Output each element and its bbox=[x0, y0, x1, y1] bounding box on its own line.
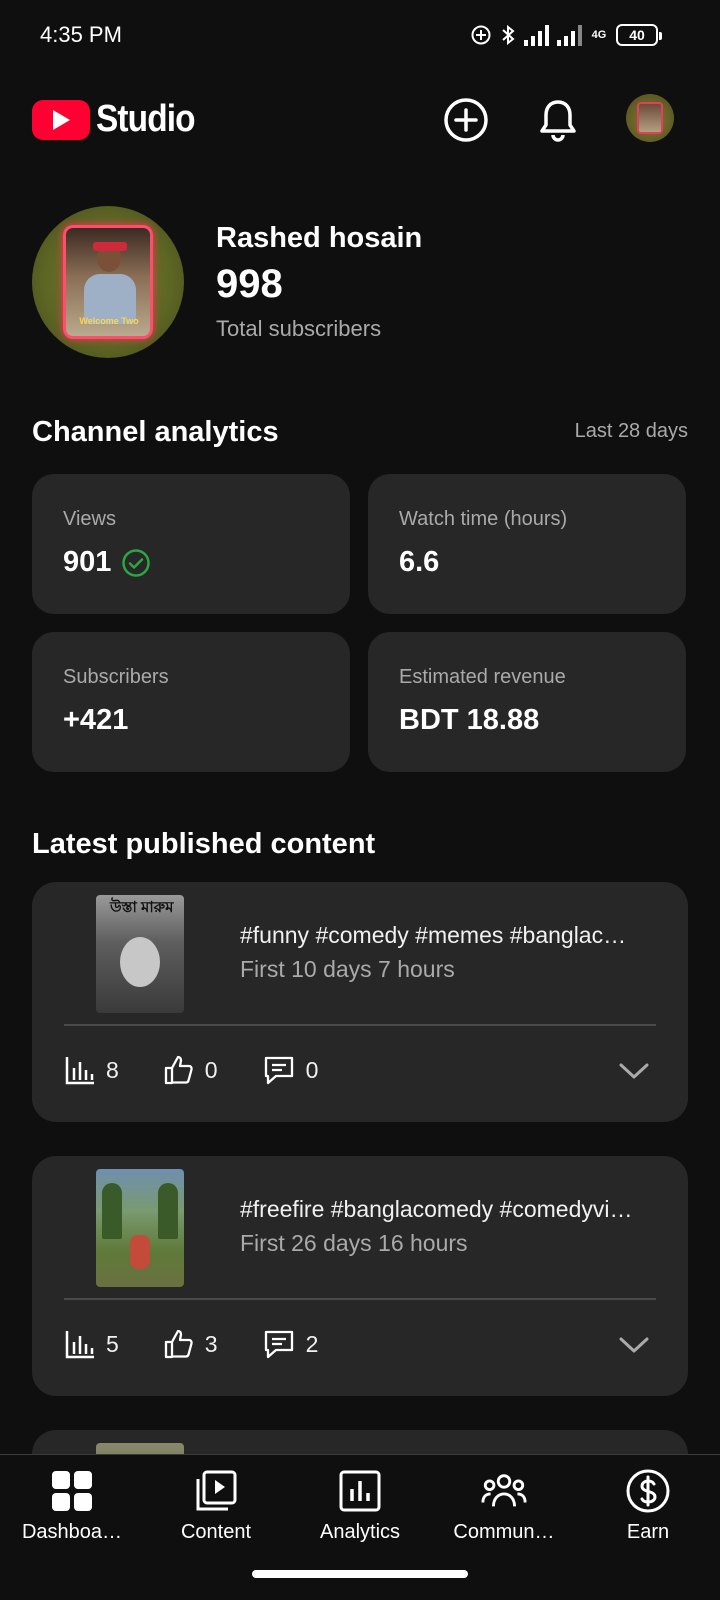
data-saver-icon bbox=[471, 25, 491, 45]
views-card[interactable]: Views 901 bbox=[32, 474, 350, 614]
network-type: 4G bbox=[591, 29, 607, 41]
comments-count: 0 bbox=[305, 1056, 319, 1083]
content-item[interactable]: #freefire #banglacomedy #comedyvi… First… bbox=[32, 1156, 688, 1396]
chevron-down-icon bbox=[619, 1337, 649, 1353]
account-avatar[interactable] bbox=[626, 94, 674, 142]
nav-community[interactable]: Commun… bbox=[432, 1465, 576, 1565]
card-value: +421 bbox=[63, 704, 129, 736]
chevron-down-icon bbox=[619, 1063, 649, 1079]
bell-icon bbox=[540, 100, 576, 142]
thumbnail-text: উস্তা মারুম bbox=[110, 899, 174, 916]
nav-dashboard[interactable]: Dashboa… bbox=[0, 1465, 144, 1565]
video-meta: First 10 days 7 hours bbox=[240, 956, 455, 982]
avatar-caption: Welcome Two bbox=[79, 316, 139, 326]
earn-icon bbox=[624, 1467, 672, 1515]
likes-count: 3 bbox=[204, 1330, 218, 1357]
expand-button[interactable] bbox=[616, 1330, 652, 1360]
studio-logo[interactable]: Studio bbox=[32, 98, 208, 141]
status-bar: 4:35 PM 4G 40 bbox=[0, 0, 720, 70]
comment-icon bbox=[264, 1330, 293, 1359]
bottom-navigation: Dashboa… Content Analytics Commun… Earn bbox=[0, 1454, 720, 1600]
youtube-play-icon bbox=[32, 99, 90, 140]
add-circle-icon bbox=[444, 98, 488, 142]
top-app-bar: Studio bbox=[0, 80, 720, 160]
card-label: Estimated revenue bbox=[399, 666, 566, 688]
nav-label: Commun… bbox=[453, 1521, 555, 1543]
watch-time-card[interactable]: Watch time (hours) 6.6 bbox=[368, 474, 686, 614]
nav-earn[interactable]: Earn bbox=[576, 1465, 720, 1565]
channel-header: Welcome Two Rashed hosain 998 Total subs… bbox=[32, 206, 692, 358]
avatar-image bbox=[637, 102, 663, 134]
subscriber-count: 998 bbox=[216, 262, 283, 306]
views-count: 8 bbox=[106, 1056, 119, 1083]
thumbs-up-icon bbox=[164, 1329, 193, 1359]
avatar-image: Welcome Two bbox=[63, 225, 153, 339]
latest-content-title: Latest published content bbox=[32, 828, 376, 860]
video-thumbnail[interactable]: উস্তা মারুম bbox=[96, 895, 184, 1013]
views-stat: 5 bbox=[64, 1328, 119, 1360]
card-label: Subscribers bbox=[63, 666, 169, 688]
channel-avatar[interactable]: Welcome Two bbox=[32, 206, 184, 358]
divider bbox=[64, 1024, 656, 1026]
revenue-card[interactable]: Estimated revenue BDT 18.88 bbox=[368, 632, 686, 772]
video-title: #freefire #banglacomedy #comedyvi… bbox=[240, 1196, 633, 1222]
card-label: Views bbox=[63, 508, 116, 530]
views-count: 5 bbox=[106, 1330, 119, 1357]
comments-stat: 2 bbox=[262, 1328, 319, 1360]
video-stats: 8 0 0 bbox=[64, 1052, 362, 1088]
video-stats: 5 3 2 bbox=[64, 1326, 362, 1362]
card-value: 6.6 bbox=[399, 546, 440, 578]
signal-icon bbox=[524, 24, 549, 46]
bar-chart-icon bbox=[65, 1331, 94, 1359]
signal-icon bbox=[557, 24, 582, 46]
brand-text: Studio bbox=[96, 98, 196, 140]
views-stat: 8 bbox=[64, 1054, 119, 1086]
community-icon bbox=[480, 1467, 528, 1515]
thumbs-up-icon bbox=[164, 1055, 193, 1085]
analytics-period: Last 28 days bbox=[574, 420, 688, 442]
channel-name: Rashed hosain bbox=[216, 222, 423, 254]
status-icons: 4G 40 bbox=[470, 22, 662, 48]
card-value: BDT 18.88 bbox=[399, 704, 540, 736]
nav-label: Content bbox=[180, 1521, 252, 1543]
bar-chart-icon bbox=[65, 1057, 94, 1085]
analytics-icon bbox=[336, 1467, 384, 1515]
subscriber-label: Total subscribers bbox=[216, 316, 382, 341]
dashboard-icon bbox=[48, 1467, 96, 1515]
bluetooth-icon bbox=[502, 24, 515, 46]
video-title: #funny #comedy #memes #banglac… bbox=[240, 922, 627, 948]
nav-label: Dashboa… bbox=[21, 1521, 123, 1543]
subscribers-card[interactable]: Subscribers +421 bbox=[32, 632, 350, 772]
card-value: 901 bbox=[63, 546, 112, 578]
comment-icon bbox=[264, 1056, 293, 1085]
card-label: Watch time (hours) bbox=[399, 508, 568, 530]
video-meta: First 26 days 16 hours bbox=[240, 1230, 468, 1256]
likes-stat: 0 bbox=[163, 1054, 218, 1086]
comments-stat: 0 bbox=[262, 1054, 319, 1086]
content-item[interactable]: উস্তা মারুম #funny #comedy #memes #bangl… bbox=[32, 882, 688, 1122]
likes-stat: 3 bbox=[163, 1328, 218, 1360]
likes-count: 0 bbox=[204, 1056, 218, 1083]
battery-icon: 40 bbox=[616, 24, 662, 46]
comments-count: 2 bbox=[305, 1330, 319, 1357]
notifications-button[interactable] bbox=[532, 94, 584, 146]
check-circle-icon bbox=[122, 548, 151, 577]
expand-button[interactable] bbox=[616, 1056, 652, 1086]
analytics-title: Channel analytics bbox=[32, 416, 279, 448]
nav-analytics[interactable]: Analytics bbox=[288, 1465, 432, 1565]
nav-content[interactable]: Content bbox=[144, 1465, 288, 1565]
divider bbox=[64, 1298, 656, 1300]
create-button[interactable] bbox=[440, 94, 492, 146]
home-indicator[interactable] bbox=[252, 1570, 468, 1578]
battery-level: 40 bbox=[629, 27, 645, 43]
status-time: 4:35 PM bbox=[40, 22, 122, 47]
nav-label: Analytics bbox=[319, 1521, 401, 1543]
video-thumbnail[interactable] bbox=[96, 1169, 184, 1287]
content-icon bbox=[192, 1467, 240, 1515]
nav-label: Earn bbox=[626, 1521, 670, 1543]
